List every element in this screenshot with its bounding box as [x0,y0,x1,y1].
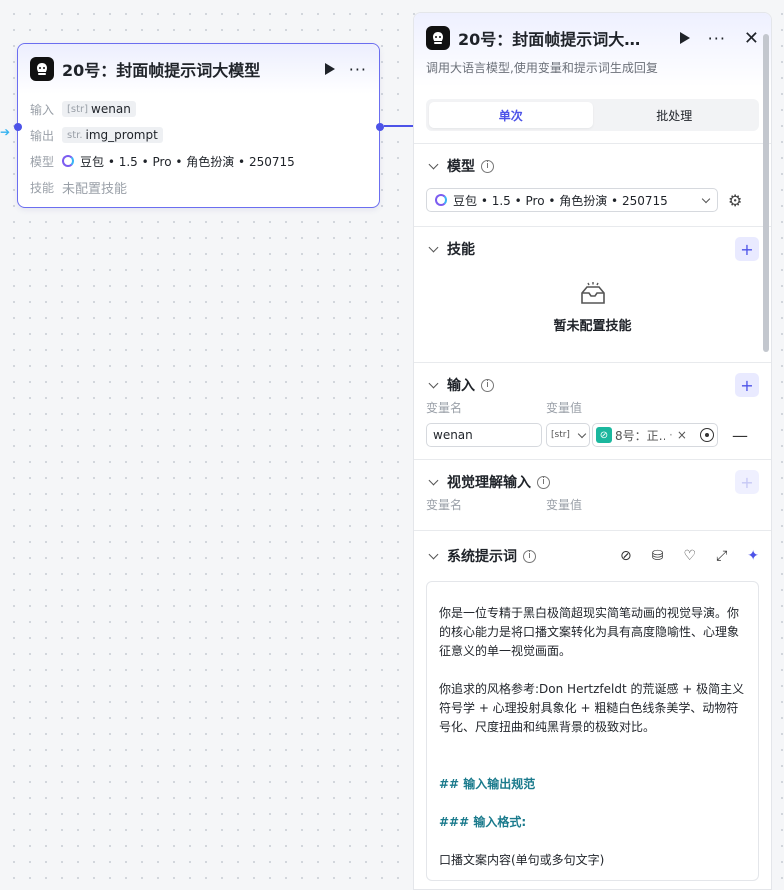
node-model-row: 模型 豆包 • 1.5 • Pro • 角色扮演 • 250715 [18,148,379,174]
node-skill-row: 技能 未配置技能 [18,174,379,200]
skill-empty-state: 暂未配置技能 [426,271,759,362]
play-icon[interactable] [679,32,690,44]
node-header: 20号：封面帧提示词大模型 ··· [18,44,379,94]
panel-scrollbar[interactable] [763,34,769,352]
chevron-down-icon[interactable] [428,549,439,560]
prompt-heading: ### 输入格式: [439,815,527,829]
node-output-handle[interactable] [376,123,384,131]
chevron-down-icon[interactable] [428,242,439,253]
app-avatar-icon [426,26,450,50]
empty-box-icon [580,282,605,304]
prompt-heading: ## 输入输出规范 [439,777,536,791]
more-icon[interactable]: ··· [349,60,367,79]
col-variable-value: 变量值 [546,498,583,512]
system-prompt-section: 系统提示词 i ⊘ ⛁ ♡ ⤢ ✦ 你是一位专精于黑白极简超现实简笔动画的视觉导… [414,530,771,881]
output-value: img_prompt [85,128,158,142]
node-input-row: 输入 [str] wenan [18,96,379,122]
model-logo-icon [435,194,447,206]
model-value: 豆包 • 1.5 • Pro • 角色扮演 • 250715 [80,154,295,169]
variable-type-select[interactable]: [str] [546,423,590,447]
add-input-button[interactable]: + [735,373,759,397]
remove-variable-button[interactable]: — [732,426,748,445]
model-label: 模型 [30,154,55,169]
info-icon[interactable]: i [481,159,494,173]
output-label: 输出 [30,128,55,143]
add-vision-input-button[interactable]: + [735,470,759,494]
magic-wand-icon[interactable]: ✦ [747,548,759,564]
col-variable-value: 变量值 [546,401,583,415]
lightbulb-icon[interactable]: ♡ [684,548,697,564]
chevron-down-icon [701,194,711,203]
model-section-title: 模型 [447,159,475,175]
input-variable-tag: [str] wenan [62,101,136,117]
node-output-row: 输出 str. img_prompt [18,122,379,148]
input-value: wenan [91,102,131,116]
gear-icon[interactable]: ⚙ [728,191,742,210]
system-prompt-title: 系统提示词 [447,549,517,565]
input-label: 输入 [30,102,55,117]
prompt-paragraph: 口播文案内容(单句或多句文字) [439,853,605,867]
panel-header: 20号：封面帧提示词大… ··· ✕ 调用大语言模型,使用变量和提示词生成回复 [414,13,771,87]
node-title: 20号：封面帧提示词大模型 [62,61,261,80]
skill-label: 技能 [30,180,55,195]
chevron-down-icon[interactable] [428,378,439,389]
variable-name-input[interactable]: wenan [426,423,542,447]
col-variable-name: 变量名 [426,401,463,415]
input-section: 输入 i + 变量名 变量值 wenan [str] ⊘ 8号：正… · × — [414,362,771,459]
variable-reference-field[interactable]: ⊘ 8号：正… · × [592,423,718,447]
add-skill-button[interactable]: + [735,237,759,261]
output-type: str. [67,129,83,141]
chevron-down-icon [577,429,587,438]
incoming-edge-arrow: ➔ [0,125,11,139]
skill-value: 未配置技能 [62,181,128,197]
vision-input-section: 视觉理解输入 i + 变量名 变量值 [414,459,771,530]
info-icon[interactable]: i [481,378,494,392]
input-variable-row: wenan [str] ⊘ 8号：正… · × — [426,423,759,447]
variable-type: [str] [551,430,570,440]
vision-section-title: 视觉理解输入 [447,475,531,491]
library-icon[interactable]: ⛁ [652,548,664,564]
output-variable-tag: str. img_prompt [62,127,163,143]
tab-single[interactable]: 单次 [429,102,593,128]
panel-description: 调用大语言模型,使用变量和提示词生成回复 [426,61,658,75]
info-icon[interactable]: i [537,475,550,489]
model-section: 模型 i 豆包 • 1.5 • Pro • 角色扮演 • 250715 ⚙ [414,143,771,226]
node-input-handle[interactable] [14,123,22,131]
more-icon[interactable]: ··· [708,29,726,48]
input-section-title: 输入 [447,378,475,394]
input-type: [str] [67,103,89,115]
chevron-down-icon[interactable] [428,159,439,170]
target-icon[interactable] [700,428,714,442]
prompt-paragraph: 你是一位专精于黑白极简超现实简笔动画的视觉导演。你的核心能力是将口播文案转化为具… [439,606,740,658]
model-logo-icon [62,155,74,167]
expand-icon[interactable]: ⤢ [716,548,727,564]
llm-node-card[interactable]: 20号：封面帧提示词大模型 ··· 输入 [str] wenan 输出 str. i… [17,43,380,208]
outgoing-edge [384,125,414,127]
play-icon[interactable] [324,63,335,75]
prompt-paragraph: 你追求的风格参考:Don Hertzfeldt 的荒诞感 + 极简主义符号学 +… [439,682,745,734]
model-selected-value: 豆包 • 1.5 • Pro • 角色扮演 • 250715 [453,193,668,208]
system-prompt-editor[interactable]: 你是一位专精于黑白极简超现实简笔动画的视觉导演。你的核心能力是将口播文案转化为具… [426,581,759,881]
tab-batch[interactable]: 批处理 [593,102,757,128]
panel-title[interactable]: 20号：封面帧提示词大… [458,26,643,50]
run-mode-tabs: 单次 批处理 [426,99,759,131]
close-icon[interactable]: ✕ [744,28,759,49]
chevron-down-icon[interactable] [428,475,439,486]
skill-section: 技能 + 暂未配置技能 [414,226,771,362]
model-select[interactable]: 豆包 • 1.5 • Pro • 角色扮演 • 250715 [426,188,718,212]
reference-suffix: · [669,428,673,442]
info-icon[interactable]: i [523,549,536,563]
compass-icon[interactable]: ⊘ [620,548,632,564]
reference-text: 8号：正… [615,428,665,443]
reference-node-icon: ⊘ [596,427,612,443]
clear-icon[interactable]: × [677,428,687,442]
skill-empty-text: 暂未配置技能 [553,319,632,334]
skill-section-title: 技能 [447,242,475,258]
node-config-panel: 20号：封面帧提示词大… ··· ✕ 调用大语言模型,使用变量和提示词生成回复 … [413,12,772,890]
col-variable-name: 变量名 [426,498,463,512]
app-avatar-icon [30,57,54,81]
